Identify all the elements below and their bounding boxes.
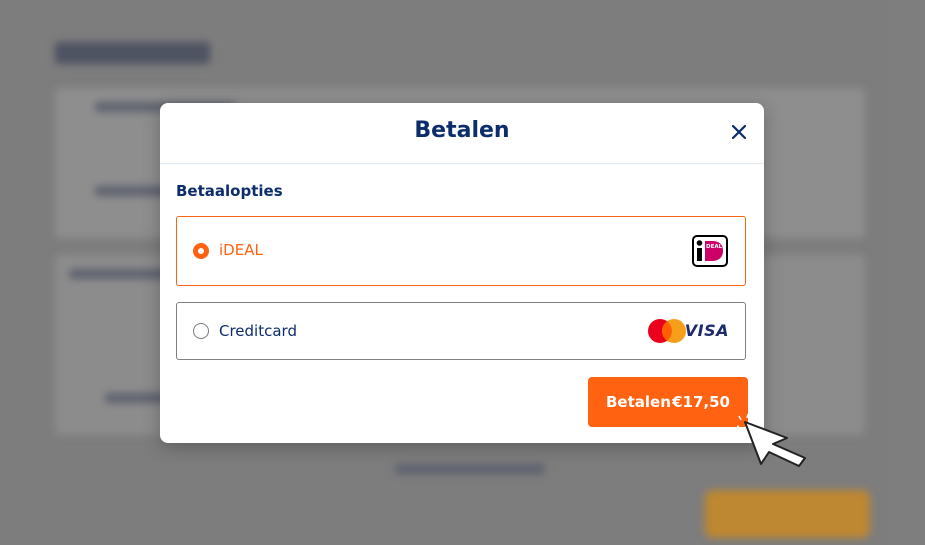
- payment-option-ideal[interactable]: iDEAL DEAL: [176, 216, 746, 286]
- pay-button[interactable]: Betalen €17,50: [588, 377, 748, 427]
- ideal-logo-icon: DEAL: [692, 235, 728, 271]
- modal-title: Betalen: [414, 118, 510, 143]
- section-label: Betaalopties: [176, 182, 283, 200]
- option-label: iDEAL: [219, 241, 263, 259]
- pay-button-label: Betalen: [606, 393, 671, 411]
- radio-unselected-icon[interactable]: [193, 323, 209, 339]
- mouse-pointer-icon: [735, 413, 809, 474]
- visa-logo-icon: VISA: [684, 321, 729, 340]
- close-icon[interactable]: [728, 121, 750, 143]
- radio-selected-icon[interactable]: [193, 243, 209, 259]
- option-label: Creditcard: [219, 322, 297, 340]
- ideal-logo-text: DEAL: [706, 244, 723, 250]
- mastercard-logo-icon: [647, 318, 687, 348]
- payment-option-creditcard[interactable]: Creditcard VISA: [176, 302, 746, 360]
- pay-button-amount: €17,50: [672, 393, 730, 411]
- payment-modal: Betalen Betaalopties iDEAL DEAL Creditca…: [160, 103, 764, 443]
- modal-header: Betalen: [160, 103, 764, 164]
